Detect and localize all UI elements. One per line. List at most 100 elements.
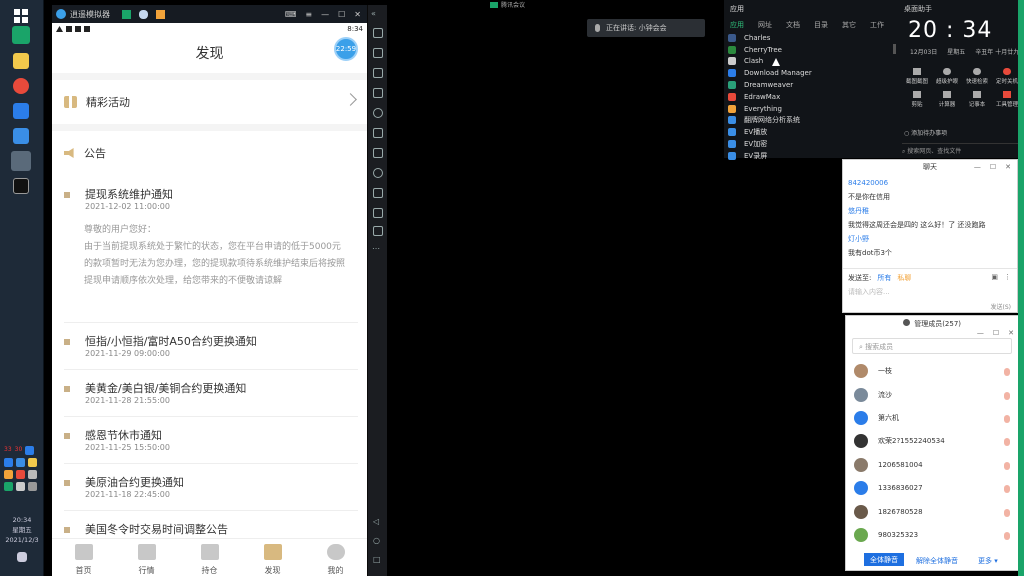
- mute-all-button[interactable]: 全体静音: [864, 553, 904, 566]
- list-item[interactable]: EV播放: [728, 126, 812, 138]
- maximize-icon[interactable]: ☐: [990, 163, 996, 171]
- home-circle-icon[interactable]: ○: [373, 536, 380, 545]
- more-icon[interactable]: ⋮: [1004, 273, 1011, 281]
- collapse-icon[interactable]: «: [371, 9, 376, 18]
- member-row[interactable]: 一枝: [854, 364, 892, 378]
- member-row[interactable]: 980325323: [854, 528, 918, 542]
- tray-icon[interactable]: [16, 458, 25, 467]
- tray-icon[interactable]: [4, 470, 13, 479]
- list-item[interactable]: EV录屏: [728, 150, 812, 162]
- mic-muted-icon[interactable]: [1004, 392, 1010, 400]
- unmute-all-button[interactable]: 解除全体静音: [916, 556, 958, 566]
- member-row[interactable]: 第六机: [854, 411, 899, 425]
- minimize-icon[interactable]: —: [321, 10, 329, 19]
- member-row[interactable]: 流沙: [854, 388, 892, 402]
- minimize-icon[interactable]: —: [977, 329, 984, 337]
- tray-icon[interactable]: [28, 470, 37, 479]
- tool-clipboard[interactable]: 剪贴: [902, 91, 932, 108]
- tool-search[interactable]: 快速检索: [962, 68, 992, 85]
- camera-off-icon[interactable]: [1004, 532, 1010, 540]
- camera-off-icon[interactable]: [1004, 485, 1010, 493]
- file-explorer-icon[interactable]: [13, 53, 29, 69]
- scrollbar[interactable]: [893, 44, 896, 54]
- camera-off-icon[interactable]: [1004, 462, 1010, 470]
- close-icon[interactable]: ✕: [354, 10, 361, 19]
- location-icon[interactable]: [373, 168, 383, 178]
- members-search-input[interactable]: ⌕ 搜索成员: [852, 338, 1012, 354]
- list-item[interactable]: Dreamweaver: [728, 79, 812, 91]
- menu-icon[interactable]: ≡: [305, 10, 312, 19]
- screenshot-icon[interactable]: [373, 68, 383, 78]
- nav-positions[interactable]: 持仓: [178, 539, 241, 576]
- wechat-icon[interactable]: [12, 26, 30, 44]
- volume-up-icon[interactable]: [373, 128, 383, 138]
- list-item[interactable]: Download Manager: [728, 67, 812, 79]
- tray-icon[interactable]: [4, 458, 13, 467]
- settings-tab-icon[interactable]: [139, 9, 148, 19]
- tray-icon[interactable]: [28, 458, 37, 467]
- folder-icon[interactable]: [373, 188, 383, 198]
- keymap-icon[interactable]: [373, 48, 383, 58]
- tab-urls[interactable]: 网址: [758, 20, 772, 30]
- more-icon[interactable]: ⋯: [372, 244, 380, 253]
- private-chat-toggle[interactable]: 私聊: [897, 273, 911, 283]
- taskbar-time[interactable]: 20:34: [0, 515, 44, 525]
- maximize-icon[interactable]: ☐: [993, 329, 999, 337]
- close-icon[interactable]: ✕: [1008, 329, 1014, 337]
- tool-notepad[interactable]: 记事本: [962, 91, 992, 108]
- memu-icon[interactable]: [11, 151, 31, 171]
- tray-icon[interactable]: [4, 482, 13, 491]
- tray-icon[interactable]: [16, 470, 25, 479]
- tray-icon[interactable]: [16, 482, 25, 491]
- list-item[interactable]: Charles: [728, 32, 812, 44]
- chat-input[interactable]: 请输入内容...: [848, 287, 890, 297]
- volume-icon[interactable]: [28, 482, 37, 491]
- nav-discover[interactable]: 发现: [241, 539, 304, 576]
- close-icon[interactable]: ✕: [1005, 163, 1011, 171]
- list-item[interactable]: CherryTree: [728, 44, 812, 56]
- tray-icon[interactable]: [25, 446, 35, 455]
- tab-other[interactable]: 其它: [842, 20, 856, 30]
- start-icon[interactable]: [13, 8, 29, 24]
- list-item[interactable]: EdrawMax: [728, 91, 812, 103]
- volume-down-icon[interactable]: [373, 148, 383, 158]
- sync-icon[interactable]: [373, 208, 383, 218]
- tool-screenshot[interactable]: 截图截图: [902, 68, 932, 85]
- recipient-select[interactable]: 所有: [877, 273, 891, 283]
- list-item[interactable]: Everything: [728, 103, 812, 115]
- minimize-icon[interactable]: —: [974, 163, 981, 171]
- list-icon[interactable]: [373, 226, 383, 236]
- app-icon-blue[interactable]: [13, 103, 29, 119]
- feishu-icon[interactable]: [13, 128, 29, 144]
- maximize-icon[interactable]: ☐: [338, 10, 345, 19]
- record-icon[interactable]: [373, 88, 383, 98]
- assistant-search[interactable]: ⌕ 搜索网页、查找文件: [902, 143, 1018, 155]
- tab-apps[interactable]: 应用: [730, 20, 744, 30]
- list-item[interactable]: Clash: [728, 56, 812, 68]
- tab-work[interactable]: 工作: [870, 20, 884, 30]
- recents-icon[interactable]: □: [373, 555, 381, 564]
- tab-docs[interactable]: 文档: [786, 20, 800, 30]
- mic-muted-icon[interactable]: [1004, 368, 1010, 376]
- send-button[interactable]: 发送(S): [991, 302, 1012, 311]
- app-tab-icon-2[interactable]: [156, 9, 165, 19]
- floating-bubble[interactable]: 22:59: [334, 37, 358, 61]
- member-row[interactable]: 1206581004: [854, 458, 923, 472]
- mic-muted-icon[interactable]: [1004, 438, 1010, 446]
- promo-row[interactable]: 精彩活动: [52, 80, 367, 124]
- tool-eye[interactable]: 超级护眼: [932, 68, 962, 85]
- nav-market[interactable]: 行情: [115, 539, 178, 576]
- fullscreen-icon[interactable]: [373, 28, 383, 38]
- mic-muted-icon[interactable]: [1004, 415, 1010, 423]
- nav-mine[interactable]: 我的: [304, 539, 367, 576]
- member-row[interactable]: 1826780528: [854, 505, 923, 519]
- nav-home[interactable]: 首页: [52, 539, 115, 576]
- chrome-icon[interactable]: [13, 78, 29, 94]
- app-tab-icon[interactable]: [122, 9, 131, 19]
- notification-icon[interactable]: [17, 552, 27, 562]
- meeting-indicator[interactable]: 腾讯会议: [490, 0, 525, 9]
- member-row[interactable]: 欢荣2?1552240534: [854, 434, 945, 448]
- settings-icon[interactable]: [373, 108, 383, 118]
- terminal-icon[interactable]: [13, 178, 29, 194]
- back-icon[interactable]: ◁: [373, 517, 379, 526]
